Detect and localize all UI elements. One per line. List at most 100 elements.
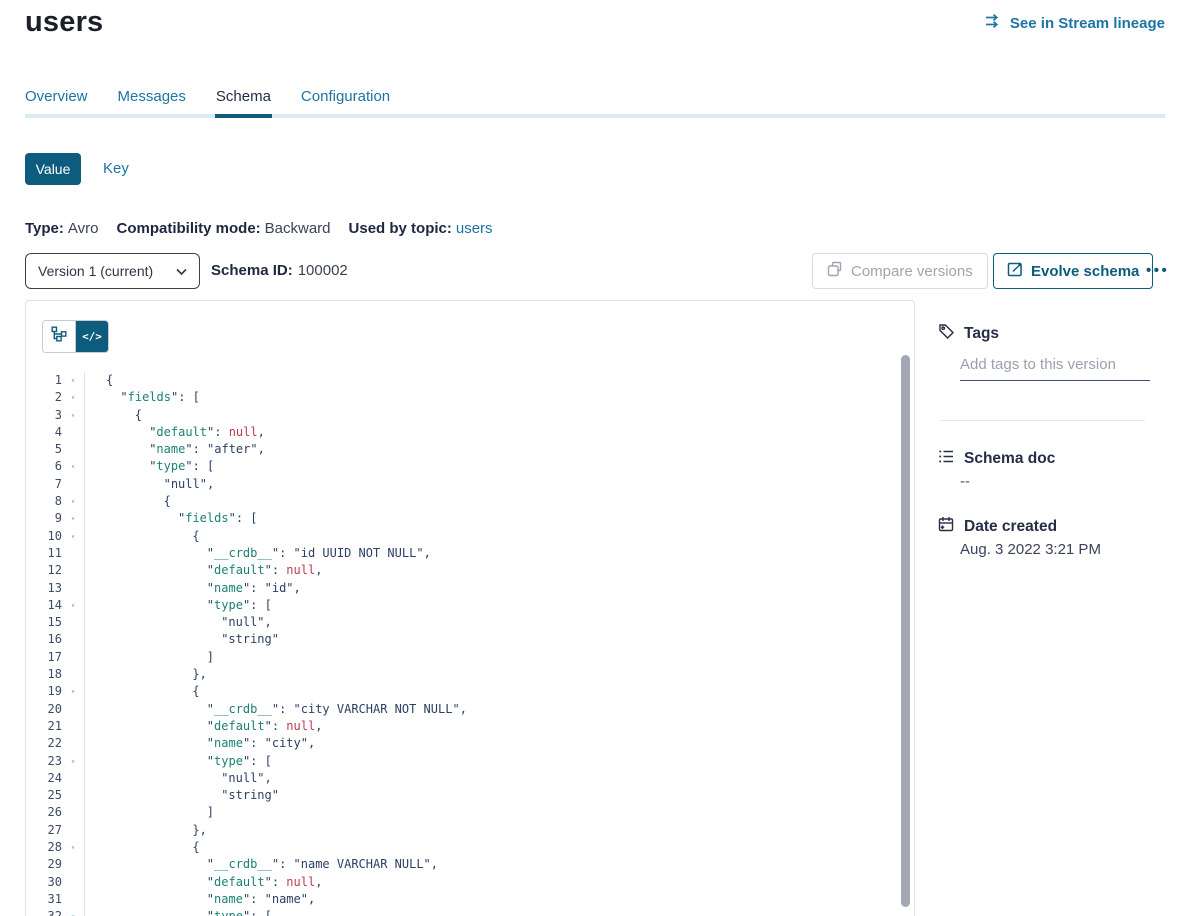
collapse-arrow-icon[interactable]: ▾: [62, 389, 84, 406]
collapse-arrow-icon[interactable]: ▾: [62, 493, 84, 510]
evolve-schema-button[interactable]: Evolve schema: [993, 253, 1153, 289]
list-icon: [938, 448, 955, 470]
code-line: 21"default": null,: [26, 718, 900, 735]
value-toggle-button[interactable]: Value: [25, 153, 81, 185]
collapse-arrow-icon[interactable]: ▾: [62, 528, 84, 545]
code-line: 32▾"type": [: [26, 908, 900, 916]
tags-input[interactable]: [960, 356, 1150, 381]
code-line: 20"__crdb__": "city VARCHAR NOT NULL",: [26, 701, 900, 718]
collapse-arrow-spacer: [62, 441, 84, 458]
tag-icon: [938, 323, 955, 345]
line-number: 17: [26, 649, 62, 666]
code-text: "default": null,: [84, 874, 900, 891]
topic-link[interactable]: users: [456, 220, 493, 237]
collapse-arrow-icon[interactable]: ▾: [62, 597, 84, 614]
code-line: 25"string": [26, 787, 900, 804]
used-by-topic-label: Used by topic:: [349, 220, 452, 237]
tree-view-button[interactable]: [43, 321, 76, 352]
code-line: 28▾{: [26, 839, 900, 856]
collapse-arrow-spacer: [62, 822, 84, 839]
scrollbar-thumb[interactable]: [901, 355, 910, 907]
compatibility-field: Compatibility mode: Backward: [116, 220, 330, 237]
line-number: 19: [26, 683, 62, 700]
collapse-arrow-icon[interactable]: ▾: [62, 683, 84, 700]
code-text: "name": "name",: [84, 891, 900, 908]
code-text: "type": [: [84, 458, 900, 475]
code-text: "string": [84, 631, 900, 648]
code-text: "default": null,: [84, 562, 900, 579]
collapse-arrow-icon[interactable]: ▾: [62, 839, 84, 856]
code-line: 17]: [26, 649, 900, 666]
tab-configuration[interactable]: Configuration: [301, 88, 390, 105]
version-select[interactable]: Version 1 (current): [25, 253, 200, 289]
code-text: "default": null,: [84, 424, 900, 441]
tab-bar: Overview Messages Schema Configuration: [25, 88, 390, 105]
tab-messages[interactable]: Messages: [118, 88, 186, 105]
tags-title: Tags: [964, 325, 999, 343]
code-line: 14▾"type": [: [26, 597, 900, 614]
stream-lineage-link[interactable]: See in Stream lineage: [985, 14, 1165, 32]
tab-schema[interactable]: Schema: [216, 88, 271, 105]
code-text: "string": [84, 787, 900, 804]
compare-versions-button[interactable]: Compare versions: [812, 253, 988, 289]
key-toggle-button[interactable]: Key: [103, 153, 129, 185]
page-title: users: [25, 6, 103, 39]
code-text: "null",: [84, 614, 900, 631]
code-text: ]: [84, 804, 900, 821]
collapse-arrow-icon[interactable]: ▾: [62, 458, 84, 475]
code-text: {: [84, 528, 900, 545]
tab-overview[interactable]: Overview: [25, 88, 88, 105]
evolve-schema-label: Evolve schema: [1031, 263, 1139, 280]
calendar-plus-icon: [938, 516, 955, 538]
type-field: Type:Avro: [25, 220, 98, 237]
type-label: Type:: [25, 220, 64, 237]
date-created-title: Date created: [964, 518, 1057, 536]
code-text: "name": "after",: [84, 441, 900, 458]
collapse-arrow-spacer: [62, 874, 84, 891]
line-number: 2: [26, 389, 62, 406]
line-number: 9: [26, 510, 62, 527]
line-number: 8: [26, 493, 62, 510]
collapse-arrow-icon[interactable]: ▾: [62, 510, 84, 527]
more-options-button[interactable]: •••: [1146, 252, 1169, 288]
code-view-button[interactable]: </>: [76, 321, 108, 352]
line-number: 23: [26, 753, 62, 770]
edit-icon: [1007, 261, 1023, 281]
collapse-arrow-spacer: [62, 787, 84, 804]
line-number: 24: [26, 770, 62, 787]
code-line: 24"null",: [26, 770, 900, 787]
line-number: 32: [26, 908, 62, 916]
line-number: 29: [26, 856, 62, 873]
code-line: 6▾"type": [: [26, 458, 900, 475]
code-text: "__crdb__": "city VARCHAR NOT NULL",: [84, 701, 900, 718]
line-number: 12: [26, 562, 62, 579]
code-line: 30"default": null,: [26, 874, 900, 891]
tree-view-icon: [51, 326, 67, 347]
collapse-arrow-spacer: [62, 891, 84, 908]
code-line: 2▾"fields": [: [26, 389, 900, 406]
code-text: },: [84, 666, 900, 683]
tags-section-header: Tags: [938, 323, 999, 345]
code-text: "type": [: [84, 597, 900, 614]
collapse-arrow-spacer: [62, 545, 84, 562]
code-line: 5"name": "after",: [26, 441, 900, 458]
collapse-arrow-spacer: [62, 631, 84, 648]
code-text: "name": "id",: [84, 580, 900, 597]
code-line: 7"null",: [26, 476, 900, 493]
compatibility-label: Compatibility mode:: [116, 220, 260, 237]
line-number: 7: [26, 476, 62, 493]
collapse-arrow-icon[interactable]: ▾: [62, 753, 84, 770]
schema-doc-value: --: [960, 473, 970, 490]
line-number: 3: [26, 407, 62, 424]
collapse-arrow-icon[interactable]: ▾: [62, 908, 84, 916]
code-line: 3▾{: [26, 407, 900, 424]
compatibility-value: Backward: [265, 220, 331, 237]
collapse-arrow-icon[interactable]: ▾: [62, 407, 84, 424]
date-created-section-header: Date created: [938, 516, 1057, 538]
collapse-arrow-icon[interactable]: ▾: [62, 372, 84, 389]
line-number: 6: [26, 458, 62, 475]
collapse-arrow-spacer: [62, 718, 84, 735]
line-number: 10: [26, 528, 62, 545]
code-line: 16"string": [26, 631, 900, 648]
code-line: 1▾{: [26, 372, 900, 389]
